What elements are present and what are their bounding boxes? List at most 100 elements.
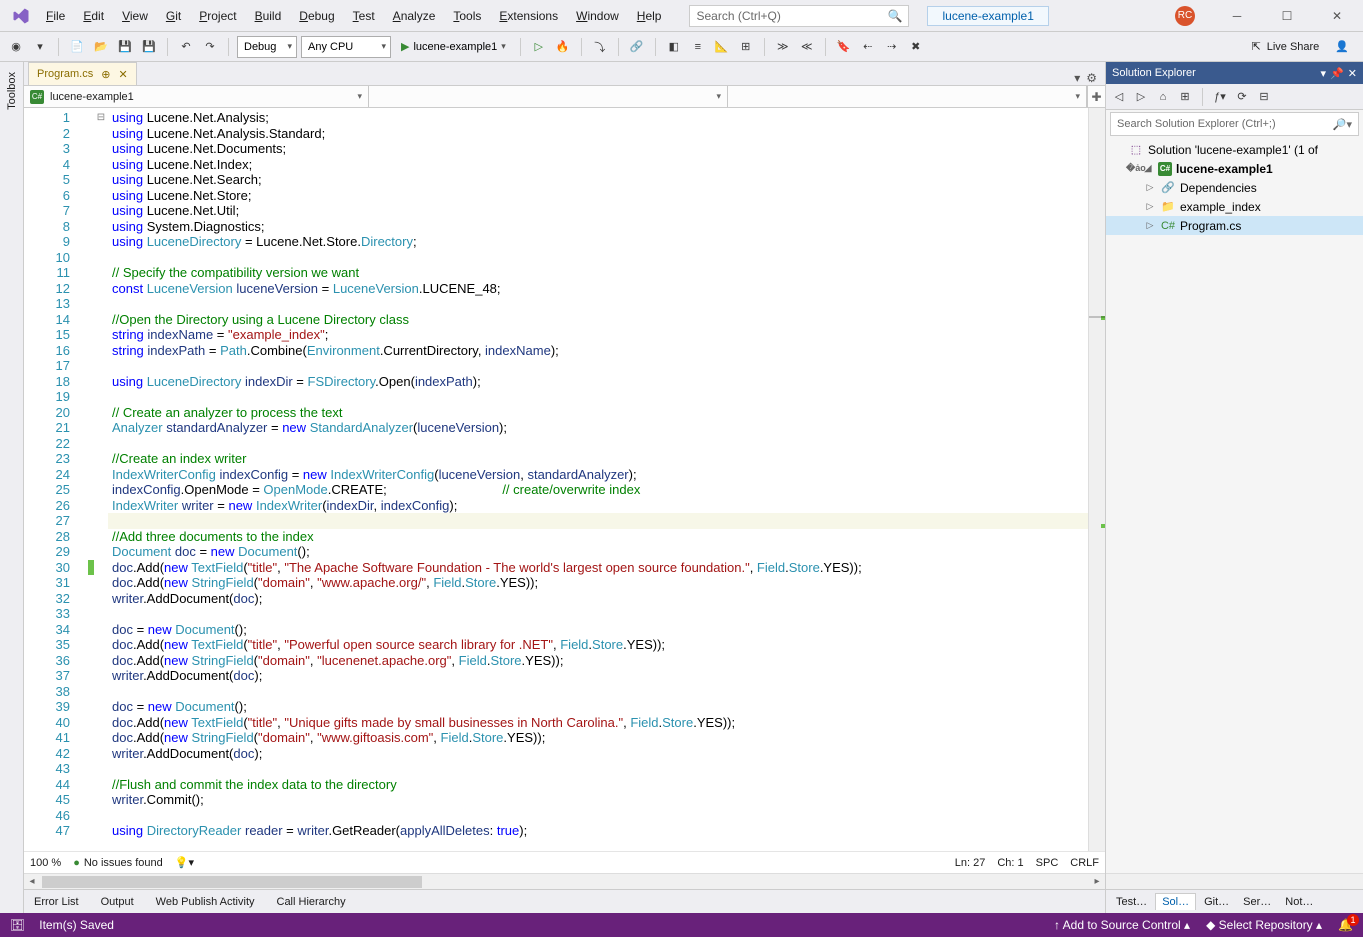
run-nobuild-icon[interactable]: ▷ (529, 36, 549, 58)
tree-file-node[interactable]: ▷C# Program.cs (1106, 216, 1363, 235)
tree-folder-node[interactable]: ▷📁 example_index (1106, 197, 1363, 216)
open-icon[interactable]: 📂 (91, 36, 111, 58)
minimize-button[interactable]: ─ (1215, 2, 1259, 30)
code-line[interactable]: 1⊟using Lucene.Net.Analysis; (24, 110, 1088, 126)
code-line[interactable]: 12const LuceneVersion luceneVersion = Lu… (24, 281, 1088, 297)
code-line[interactable]: 45writer.Commit(); (24, 792, 1088, 808)
solution-hscroll[interactable] (1106, 873, 1363, 889)
menu-window[interactable]: Window (568, 5, 627, 27)
code-line[interactable]: 44//Flush and commit the index data to t… (24, 777, 1088, 793)
browser-link-icon[interactable]: 🔗 (627, 36, 647, 58)
nav-type-combo[interactable] (369, 86, 728, 107)
menu-project[interactable]: Project (191, 5, 244, 27)
tooltab-output[interactable]: Output (101, 894, 134, 910)
step-icon[interactable]: ⤵ (590, 36, 610, 58)
horizontal-scrollbar[interactable]: ◂▸ (24, 873, 1105, 889)
close-tab-icon[interactable]: ✕ (118, 68, 127, 81)
code-line[interactable]: 36doc.Add(new StringField("domain", "luc… (24, 653, 1088, 669)
global-search-input[interactable]: Search (Ctrl+Q) 🔍 (689, 5, 909, 27)
code-line[interactable]: 40doc.Add(new TextField("title", "Unique… (24, 715, 1088, 731)
code-line[interactable]: 22 (24, 436, 1088, 452)
platform-combo[interactable]: Any CPU (301, 36, 391, 58)
solution-name-pill[interactable]: lucene-example1 (927, 6, 1048, 26)
run-button[interactable]: ▶ lucene-example1 ▾ (395, 40, 512, 53)
code-line[interactable]: 10 (24, 250, 1088, 266)
nav-fwd-icon[interactable]: ▾ (30, 36, 50, 58)
comment-icon[interactable]: ≫ (773, 36, 793, 58)
code-line[interactable]: 15string indexName = "example_index"; (24, 327, 1088, 343)
code-line[interactable]: 24IndexWriterConfig indexConfig = new In… (24, 467, 1088, 483)
code-line[interactable]: 17 (24, 358, 1088, 374)
code-line[interactable]: 20// Create an analyzer to process the t… (24, 405, 1088, 421)
menu-tools[interactable]: Tools (445, 5, 489, 27)
code-line[interactable]: 2using Lucene.Net.Analysis.Standard; (24, 126, 1088, 142)
tree-project-node[interactable]: �ảo◢C# lucene-example1 (1106, 159, 1363, 178)
show-all-icon[interactable]: ≡ (688, 36, 708, 58)
sidetab-2[interactable]: Git… (1198, 894, 1235, 910)
autohide-icon[interactable]: 📌 (1330, 67, 1344, 80)
bookmark-icon[interactable]: 🔖 (834, 36, 854, 58)
select-repository[interactable]: ◆ Select Repository ▴ (1206, 918, 1322, 932)
notifications-button[interactable]: 🔔1 (1338, 918, 1353, 932)
indent-guide-icon[interactable]: ⊞ (736, 36, 756, 58)
code-line[interactable]: 13 (24, 296, 1088, 312)
next-bookmark-icon[interactable]: ⇢ (882, 36, 902, 58)
vs-logo-icon[interactable] (10, 5, 32, 27)
build-config-combo[interactable]: Debug (237, 36, 297, 58)
tree-solution-node[interactable]: ⬚ Solution 'lucene-example1' (1 of (1106, 140, 1363, 159)
hot-reload-icon[interactable]: 🔥 (553, 36, 573, 58)
menu-git[interactable]: Git (158, 5, 189, 27)
tooltab-web-publish-activity[interactable]: Web Publish Activity (156, 894, 255, 910)
code-line[interactable]: 11// Specify the compatibility version w… (24, 265, 1088, 281)
code-line[interactable]: 25indexConfig.OpenMode = OpenMode.CREATE… (24, 482, 1088, 498)
code-line[interactable]: 47using DirectoryReader reader = writer.… (24, 823, 1088, 839)
code-line[interactable]: 37writer.AddDocument(doc); (24, 668, 1088, 684)
code-line[interactable]: 6using Lucene.Net.Store; (24, 188, 1088, 204)
menu-analyze[interactable]: Analyze (385, 5, 444, 27)
code-line[interactable]: 32writer.AddDocument(doc); (24, 591, 1088, 607)
code-line[interactable]: 43 (24, 761, 1088, 777)
pin-icon[interactable]: ⊕ (101, 68, 110, 81)
code-line[interactable]: 35doc.Add(new TextField("title", "Powerf… (24, 637, 1088, 653)
code-line[interactable]: 19 (24, 389, 1088, 405)
collapse-icon[interactable]: ⊟ (1255, 88, 1273, 106)
ruler-icon[interactable]: 📐 (712, 36, 732, 58)
code-line[interactable]: 16string indexPath = Path.Combine(Enviro… (24, 343, 1088, 359)
menu-test[interactable]: Test (345, 5, 383, 27)
uncomment-icon[interactable]: ≪ (797, 36, 817, 58)
tree-deps-node[interactable]: ▷🔗 Dependencies (1106, 178, 1363, 197)
zoom-level[interactable]: 100 % (30, 857, 61, 869)
nav-back-icon[interactable]: ◉ (6, 36, 26, 58)
nav-member-combo[interactable] (728, 86, 1087, 107)
refresh-icon[interactable]: ⟳ (1233, 88, 1251, 106)
code-line[interactable]: 26IndexWriter writer = new IndexWriter(i… (24, 498, 1088, 514)
switch-view-icon[interactable]: ⊞ (1176, 88, 1194, 106)
back-icon[interactable]: ◁ (1110, 88, 1128, 106)
tooltab-call-hierarchy[interactable]: Call Hierarchy (277, 894, 346, 910)
dropdown-icon[interactable]: ▾ (1321, 67, 1327, 80)
code-line[interactable]: 30doc.Add(new TextField("title", "The Ap… (24, 560, 1088, 576)
menu-debug[interactable]: Debug (291, 5, 342, 27)
code-line[interactable]: 34doc = new Document(); (24, 622, 1088, 638)
toolbox-sidebar[interactable]: Toolbox (0, 62, 24, 913)
lightbulb-icon[interactable]: 💡▾ (175, 856, 194, 869)
sidetab-4[interactable]: Not… (1279, 894, 1319, 910)
vertical-scrollbar[interactable] (1088, 108, 1105, 851)
solution-search-input[interactable]: Search Solution Explorer (Ctrl+;) 🔎▾ (1110, 112, 1359, 136)
code-line[interactable]: 14//Open the Directory using a Lucene Di… (24, 312, 1088, 328)
code-line[interactable]: 18using LuceneDirectory indexDir = FSDir… (24, 374, 1088, 390)
menu-view[interactable]: View (114, 5, 156, 27)
code-line[interactable]: 7using Lucene.Net.Util; (24, 203, 1088, 219)
save-all-icon[interactable]: 💾 (139, 36, 159, 58)
liveshare-button[interactable]: ⇱ Live Share 👤 (1243, 40, 1357, 53)
last-session-icon[interactable]: ◧ (664, 36, 684, 58)
sidetab-0[interactable]: Test… (1110, 894, 1153, 910)
clear-bookmark-icon[interactable]: ✖ (906, 36, 926, 58)
home-icon[interactable]: ⌂ (1154, 88, 1172, 106)
tab-program-cs[interactable]: Program.cs ⊕ ✕ (28, 62, 137, 85)
code-line[interactable]: 23//Create an index writer (24, 451, 1088, 467)
code-line[interactable]: 29Document doc = new Document(); (24, 544, 1088, 560)
nav-split-icon[interactable]: ✚ (1087, 86, 1105, 107)
code-line[interactable]: 3using Lucene.Net.Documents; (24, 141, 1088, 157)
close-button[interactable]: ✕ (1315, 2, 1359, 30)
